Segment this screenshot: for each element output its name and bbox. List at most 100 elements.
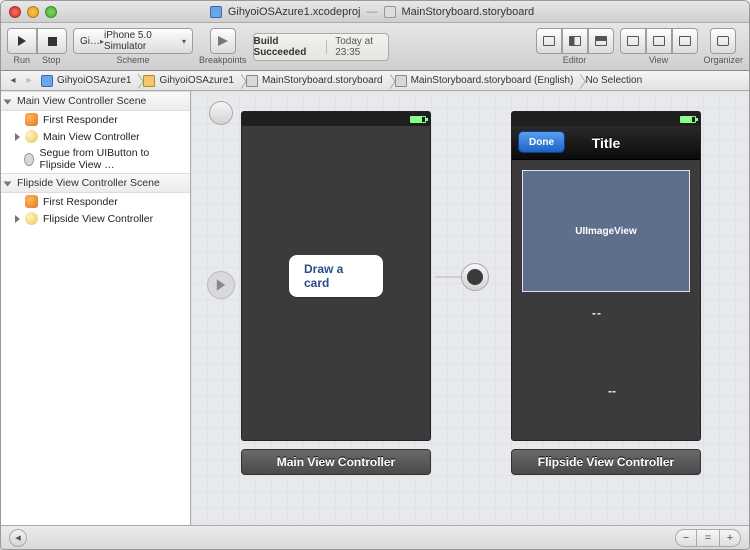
organizer-button[interactable] <box>710 28 736 54</box>
label-1[interactable]: -- <box>586 304 608 322</box>
toggle-navigator-button[interactable] <box>620 28 646 54</box>
jump-icon <box>41 75 53 87</box>
editor-label: Editor <box>563 55 587 65</box>
disclosure-triangle-icon[interactable] <box>15 133 20 141</box>
outline-item-label: First Responder <box>43 114 118 126</box>
nav-title[interactable]: Title <box>592 135 621 151</box>
toggle-utilities-button[interactable] <box>672 28 698 54</box>
toolbar: RunStop Gi… ▸ iPhone 5.0 Simulator ▾ Sch… <box>1 23 749 71</box>
jump-label: GihyoiOSAzure1 <box>57 75 131 86</box>
uiimageview-placeholder[interactable]: UIImageView <box>522 170 690 292</box>
outline-item-label: Segue from UIButton to Flipside View … <box>39 147 186 171</box>
scheme-selector[interactable]: Gi… ▸ iPhone 5.0 Simulator ▾ <box>73 28 193 54</box>
jump-segment[interactable]: GihyoiOSAzure1 <box>139 75 241 87</box>
arrow-right-icon <box>214 278 228 292</box>
jump-label: MainStoryboard.storyboard (English) <box>411 75 574 86</box>
battery-icon <box>680 116 696 123</box>
utilities-icon <box>679 36 691 46</box>
jump-label: MainStoryboard.storyboard <box>262 75 383 86</box>
initial-scene-arrow[interactable] <box>207 271 235 299</box>
zoom-controls: − = + <box>675 529 741 547</box>
outline-row[interactable]: Segue from UIButton to Flipside View … <box>1 145 190 173</box>
version-editor-icon <box>595 36 607 46</box>
battery-icon <box>410 116 426 123</box>
status-bar <box>242 112 430 126</box>
jump-segment[interactable]: No Selection <box>581 75 650 87</box>
document-outline[interactable]: Main View Controller Scene First Responde… <box>1 91 191 525</box>
main-area: Main View Controller Scene First Responde… <box>1 91 749 525</box>
scene-label-flipside[interactable]: Flipside View Controller <box>511 449 701 475</box>
outline-item-icon <box>25 130 38 143</box>
outline-item-icon <box>25 212 38 225</box>
zoom-out-button[interactable]: − <box>675 529 697 547</box>
jump-label: No Selection <box>585 75 642 86</box>
navigation-bar[interactable]: Done Title <box>512 126 700 160</box>
project-filename: GihyoiOSAzure1.xcodeproj <box>228 6 361 18</box>
segue-button[interactable] <box>461 263 489 291</box>
project-icon <box>210 6 222 18</box>
assistant-editor-button[interactable] <box>562 28 588 54</box>
outline-row[interactable]: Main View Controller <box>1 128 190 145</box>
nav-forward-button[interactable]: ▸ <box>21 75 37 86</box>
breakpoints-label: Breakpoints <box>199 55 247 65</box>
build-time: Today at 23:35 <box>335 36 388 58</box>
jump-icon <box>395 75 407 87</box>
version-editor-button[interactable] <box>588 28 614 54</box>
disclosure-triangle-icon[interactable] <box>15 215 20 223</box>
build-status: Build Succeeded <box>254 36 319 58</box>
draw-a-card-button[interactable]: Draw a card <box>289 255 383 297</box>
jump-segment[interactable]: GihyoiOSAzure1 <box>37 75 139 87</box>
jump-bar: ◂ ▸ GihyoiOSAzure1 GihyoiOSAzure1 MainStor… <box>1 71 749 91</box>
jump-segment[interactable]: MainStoryboard.storyboard <box>242 75 391 87</box>
equals-icon: = <box>705 532 711 544</box>
chevron-left-icon: ◂ <box>15 531 21 544</box>
scheme-label: Scheme <box>116 55 149 65</box>
organizer-icon <box>717 36 729 46</box>
outline-item-label: Flipside View Controller <box>43 213 153 225</box>
assistant-editor-icon <box>569 36 581 46</box>
jump-segment[interactable]: MainStoryboard.storyboard (English) <box>391 75 582 87</box>
breakpoints-button[interactable] <box>210 28 236 54</box>
minimize-window-button[interactable] <box>27 6 39 18</box>
view-group <box>620 28 698 54</box>
stop-button[interactable] <box>37 28 67 54</box>
editor-mode-group <box>536 28 614 54</box>
scene-flipside-view-controller[interactable]: Done Title UIImageView -- -- Flipside Vi… <box>511 111 701 475</box>
main-vc-view[interactable]: Draw a card <box>241 111 431 441</box>
segue-icon <box>467 269 483 285</box>
window-controls <box>9 6 57 18</box>
scene-label-main[interactable]: Main View Controller <box>241 449 431 475</box>
close-window-button[interactable] <box>9 6 21 18</box>
zoom-reset-button[interactable]: = <box>697 529 719 547</box>
status-bar <box>512 112 700 126</box>
jump-label: GihyoiOSAzure1 <box>159 75 233 86</box>
scheme-target: Gi… <box>80 36 100 47</box>
outline-row[interactable]: First Responder <box>1 111 190 128</box>
canvas-footer: ◂ − = + <box>1 525 749 549</box>
run-button[interactable] <box>7 28 37 54</box>
standard-editor-button[interactable] <box>536 28 562 54</box>
scheme-destination: iPhone 5.0 Simulator <box>104 30 182 52</box>
toggle-debug-button[interactable] <box>646 28 672 54</box>
zoom-window-button[interactable] <box>45 6 57 18</box>
document-filename: MainStoryboard.storyboard <box>402 6 535 18</box>
outline-row[interactable]: First Responder <box>1 193 190 210</box>
zoom-in-button[interactable]: + <box>719 529 741 547</box>
scene-main-view-controller[interactable]: Draw a card Main View Controller <box>241 111 431 475</box>
minus-icon: − <box>683 532 689 544</box>
outline-group-header[interactable]: Main View Controller Scene <box>1 91 190 111</box>
debug-area-icon <box>653 36 665 46</box>
label-2[interactable] <box>620 304 632 308</box>
nav-back-button[interactable]: ◂ <box>5 75 21 86</box>
done-button[interactable]: Done <box>518 131 565 153</box>
outline-group-header[interactable]: Flipside View Controller Scene <box>1 173 190 193</box>
label-3[interactable]: -- <box>602 382 622 400</box>
outline-row[interactable]: Flipside View Controller <box>1 210 190 227</box>
toggle-outline-button[interactable]: ◂ <box>9 529 27 547</box>
run-label: Run <box>13 55 30 65</box>
window-title: GihyoiOSAzure1.xcodeproj — MainStoryboar… <box>57 6 687 18</box>
storyboard-canvas[interactable]: Draw a card Main View Controller Done Ti… <box>191 91 749 525</box>
flipside-vc-view[interactable]: Done Title UIImageView -- -- <box>511 111 701 441</box>
standard-editor-icon <box>543 36 555 46</box>
outline-item-label: First Responder <box>43 196 118 208</box>
